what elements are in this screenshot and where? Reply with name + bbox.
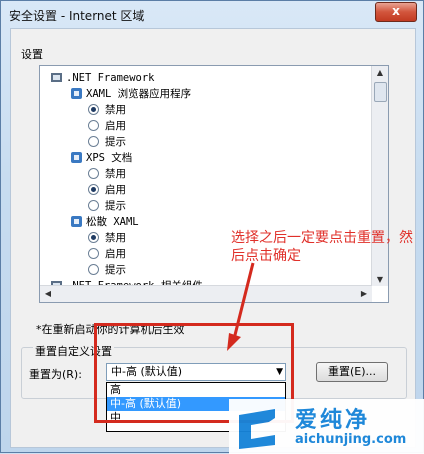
security-settings-window: 安全设置 - Internet 区域 x 设置 .NET Framework XA… xyxy=(0,0,424,454)
instruction-annotation: 选择之后一定要点击重置，然后点击确定 xyxy=(231,230,413,264)
callout-arrow-icon xyxy=(227,262,255,351)
watermark-name: 爱纯净 xyxy=(295,408,371,433)
watermark-url: aichunjing.com xyxy=(295,432,407,447)
watermark-logo-icon xyxy=(239,409,279,449)
watermark: 爱纯净 aichunjing.com xyxy=(229,399,424,454)
